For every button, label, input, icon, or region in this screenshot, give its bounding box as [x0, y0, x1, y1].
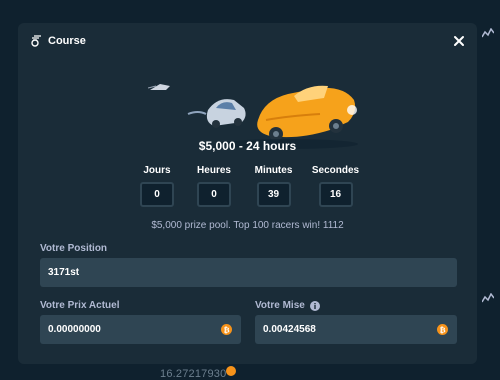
countdown-label: Secondes: [311, 165, 360, 176]
countdown-value: 0: [197, 182, 231, 207]
countdown-label: Jours: [143, 165, 171, 176]
chart-icon[interactable]: [481, 290, 495, 303]
race-icon: [30, 35, 42, 47]
prize-info: $5,000 prize pool. Top 100 racers win! 1…: [151, 220, 344, 231]
mise-value: 0.00424568: [263, 324, 316, 335]
chart-icon[interactable]: [481, 25, 495, 38]
mise-label-text: Votre Mise: [255, 300, 305, 311]
prix-label: Votre Prix Actuel: [40, 300, 119, 311]
svg-text:₿: ₿: [223, 325, 229, 334]
info-icon[interactable]: [309, 300, 320, 311]
svg-text:₿: ₿: [439, 325, 445, 334]
countdown-value: 39: [256, 182, 291, 207]
countdown-value: 16: [318, 182, 353, 207]
countdown-seconds: Secondes 16: [312, 164, 360, 207]
countdown: Jours 0 Heures 0 Minutes 39 Secondes 16: [18, 164, 477, 207]
bitcoin-icon: ₿: [221, 324, 232, 335]
countdown-hours: Heures 0: [193, 164, 236, 207]
position-label: Votre Position: [40, 243, 108, 254]
countdown-value: 0: [140, 182, 174, 207]
close-icon[interactable]: [453, 34, 465, 46]
modal-title: Course: [48, 35, 86, 47]
countdown-days: Jours 0: [136, 164, 179, 207]
bitcoin-icon: [226, 366, 236, 376]
prix-field: 0.00000000 ₿: [40, 315, 241, 344]
countdown-minutes: Minutes 39: [250, 164, 298, 207]
mise-field: 0.00424568 ₿: [255, 315, 457, 344]
modal-header: Course: [30, 31, 465, 51]
prize-heading: $5,000 - 24 hours: [198, 139, 297, 153]
background-amount: 16.27217930: [160, 368, 227, 380]
countdown-label: Heures: [197, 165, 231, 176]
countdown-label: Minutes: [254, 165, 293, 176]
bitcoin-icon: ₿: [437, 324, 448, 335]
position-field: 3171st: [40, 258, 457, 287]
prix-value: 0.00000000: [48, 324, 101, 335]
prix-label-text: Votre Prix Actuel: [40, 300, 120, 311]
race-modal: Course $5,000 - 24 hours Jours 0 Heures …: [18, 23, 477, 364]
mise-label: Votre Mise: [255, 300, 320, 311]
